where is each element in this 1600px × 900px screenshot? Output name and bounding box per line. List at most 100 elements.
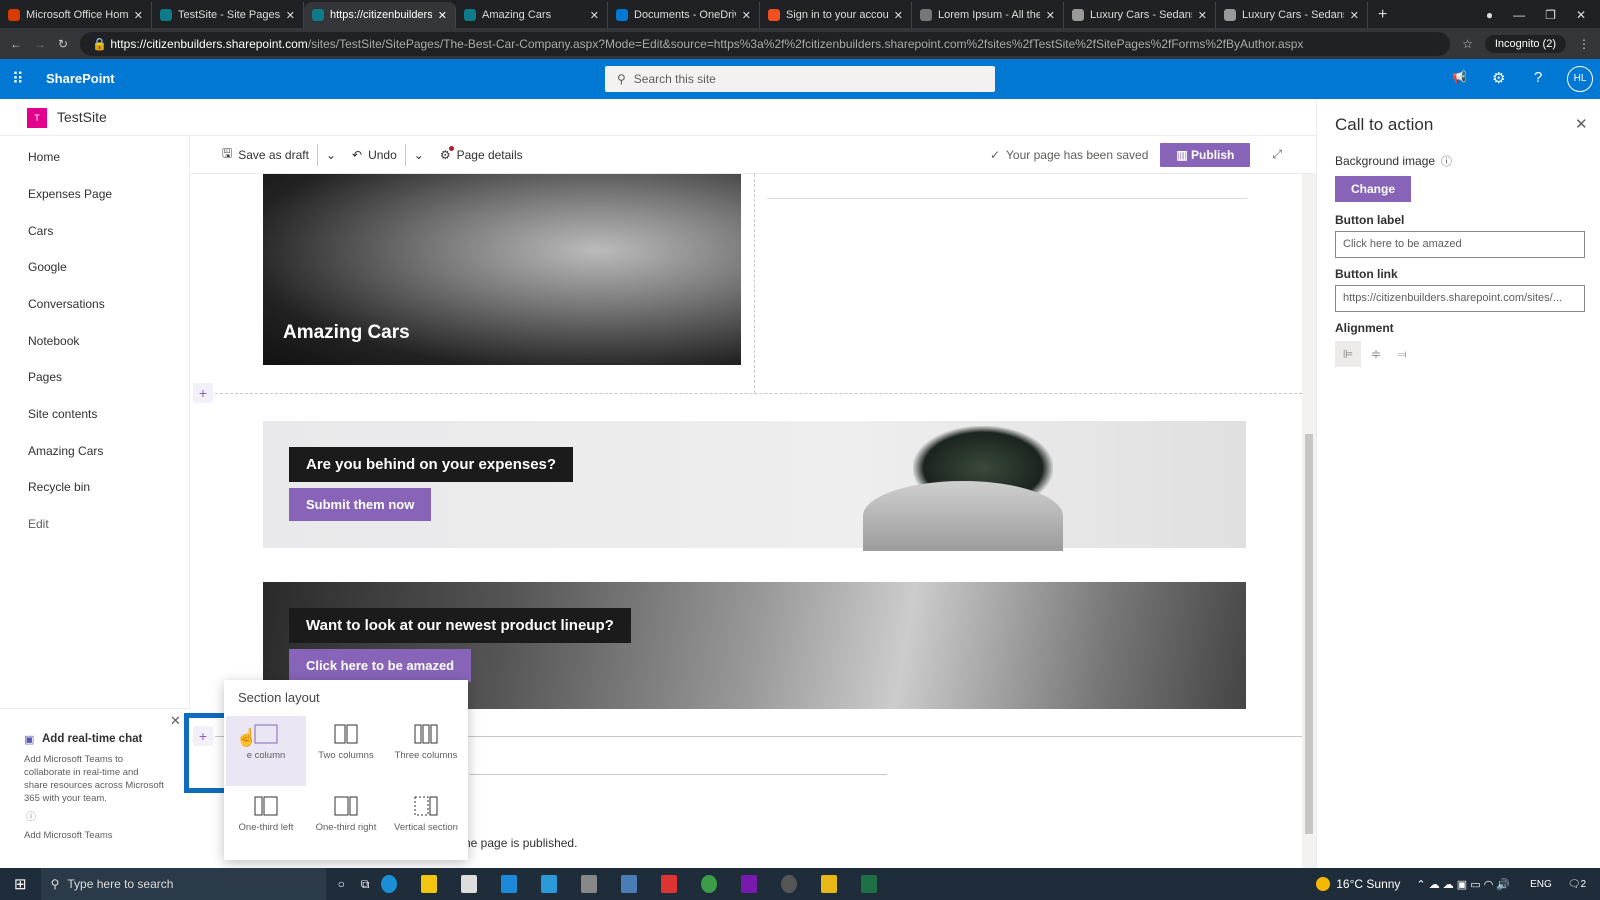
browser-tab[interactable]: Amazing Cars ✕	[456, 2, 608, 28]
snipping-tool-icon[interactable]	[621, 875, 638, 893]
taskbar-search[interactable]: ⚲ Type here to search	[40, 868, 326, 900]
nav-item-google[interactable]: Google	[28, 260, 67, 274]
nav-item-expenses[interactable]: Expenses Page	[28, 187, 112, 201]
search-input[interactable]: ⚲ Search this site	[605, 66, 995, 92]
nav-item-pages[interactable]: Pages	[28, 370, 62, 384]
browser-tab[interactable]: TestSite - Site Pages - ✕	[152, 2, 304, 28]
gear-icon[interactable]: ⚙	[1492, 69, 1505, 87]
option-three-columns[interactable]: Three columns	[386, 716, 466, 786]
close-tab-icon[interactable]: ✕	[134, 9, 143, 22]
window-controls[interactable]: ● — ❐ ✕	[1486, 8, 1586, 22]
forward-icon[interactable]: →	[34, 37, 46, 51]
store-icon[interactable]	[461, 875, 478, 893]
browser-tab[interactable]: https://citizenbuilders. ✕	[304, 2, 456, 28]
file-explorer-icon[interactable]	[421, 875, 438, 893]
nav-item-notebook[interactable]: Notebook	[28, 334, 79, 348]
task-view-icon[interactable]: ⧉	[361, 877, 370, 892]
add-section-button[interactable]: +	[193, 383, 213, 403]
option-two-columns[interactable]: Two columns	[306, 716, 386, 786]
chrome-icon[interactable]	[701, 875, 718, 893]
browser-tab[interactable]: Luxury Cars - Sedans, ✕	[1064, 2, 1216, 28]
reload-icon[interactable]: ↻	[58, 37, 68, 51]
back-icon[interactable]: ←	[10, 37, 22, 51]
close-tab-icon[interactable]: ✕	[894, 9, 903, 22]
nav-item-edit[interactable]: Edit	[28, 517, 49, 531]
calculator-icon[interactable]	[581, 875, 598, 893]
star-icon[interactable]: ☆	[1462, 37, 1473, 51]
close-tab-icon[interactable]: ✕	[1046, 9, 1055, 22]
edge-icon[interactable]	[381, 875, 398, 893]
expand-icon[interactable]: ⤢	[1272, 147, 1282, 162]
close-tab-icon[interactable]: ✕	[438, 9, 447, 22]
menu-icon[interactable]: ⋮	[1578, 37, 1590, 51]
scrollbar-thumb[interactable]	[1305, 434, 1313, 834]
site-logo[interactable]: T	[27, 108, 47, 128]
info-icon[interactable]: ⓘ	[1441, 153, 1452, 169]
excel-icon[interactable]	[861, 875, 878, 893]
nav-item-conversations[interactable]: Conversations	[28, 297, 105, 311]
close-tab-icon[interactable]: ✕	[590, 9, 599, 22]
close-icon[interactable]: ✕	[1575, 115, 1588, 133]
align-left-icon[interactable]: ⊫	[1335, 341, 1361, 367]
tray-icons[interactable]: ⌃ ☁ ☁ ▣ ▭ ◠ 🔊	[1416, 878, 1510, 891]
nav-item-amazing-cars[interactable]: Amazing Cars	[28, 444, 103, 458]
hero-car-image[interactable]: Amazing Cars	[263, 174, 741, 365]
nav-item-home[interactable]: Home	[28, 150, 60, 164]
nav-item-cars[interactable]: Cars	[28, 224, 53, 238]
close-tab-icon[interactable]: ✕	[1350, 9, 1359, 22]
cta-button[interactable]: Submit them now	[289, 488, 432, 521]
browser-tab[interactable]: Sign in to your account ✕	[760, 2, 912, 28]
option-vertical-section[interactable]: Vertical section	[386, 788, 466, 858]
profile-button[interactable]: Incognito (2)	[1484, 34, 1566, 53]
option-one-column[interactable]: e column	[226, 716, 306, 786]
todoist-icon[interactable]	[661, 875, 678, 893]
cta-button[interactable]: Click here to be amazed	[289, 649, 472, 682]
site-name[interactable]: TestSite	[57, 109, 107, 125]
add-section-button[interactable]: +	[193, 726, 213, 746]
language-indicator[interactable]: ENG	[1530, 879, 1552, 890]
nav-item-recycle-bin[interactable]: Recycle bin	[28, 480, 90, 494]
page-details-button[interactable]: ⚙ Page details	[432, 145, 531, 162]
windows-start-icon[interactable]: ⊞	[14, 875, 27, 893]
app-launcher-icon[interactable]: ⠿	[12, 69, 24, 89]
save-draft-button[interactable]: 🖫 Save as draft	[214, 144, 317, 165]
align-center-icon[interactable]: ≑	[1363, 341, 1389, 367]
scrollbar[interactable]	[1302, 174, 1316, 868]
url-input[interactable]: 🔒 https://citizenbuilders.sharepoint.com…	[80, 31, 1451, 56]
new-tab-icon[interactable]: +	[1378, 6, 1387, 24]
publish-button[interactable]: ▥ Publish	[1160, 142, 1251, 167]
help-icon[interactable]: ?	[1534, 69, 1542, 86]
undo-button[interactable]: ↶ Undo	[344, 148, 405, 162]
paint-icon[interactable]	[821, 875, 838, 893]
onenote-icon[interactable]	[741, 875, 758, 893]
option-one-third-left[interactable]: One-third left	[226, 788, 306, 858]
add-teams-link[interactable]: Add Microsoft Teams	[24, 830, 113, 841]
browser-tab[interactable]: Lorem Ipsum - All the ✕	[912, 2, 1064, 28]
button-link-input[interactable]: https://citizenbuilders.sharepoint.com/s…	[1335, 285, 1585, 312]
megaphone-icon[interactable]: 📢	[1452, 70, 1467, 84]
align-right-icon[interactable]: ⫤	[1389, 341, 1415, 367]
option-one-third-right[interactable]: One-third right	[306, 788, 386, 858]
nav-item-site-contents[interactable]: Site contents	[28, 407, 97, 421]
l-app-icon[interactable]	[501, 875, 518, 893]
browser-tab[interactable]: Luxury Cars - Sedans, ✕	[1216, 2, 1368, 28]
browser-tab[interactable]: Microsoft Office Home ✕	[0, 2, 152, 28]
avatar[interactable]: HL	[1567, 66, 1593, 92]
button-label-input[interactable]: Click here to be amazed	[1335, 231, 1585, 258]
save-options-chevron-icon[interactable]: ⌄	[318, 148, 344, 162]
browser-tab-bar: Microsoft Office Home ✕ TestSite - Site Pa…	[0, 0, 1600, 28]
cortana-icon[interactable]: ○	[338, 877, 345, 891]
change-button[interactable]: Change	[1335, 176, 1412, 202]
obs-icon[interactable]	[781, 875, 798, 893]
close-tab-icon[interactable]: ✕	[286, 9, 295, 22]
close-icon[interactable]: ✕	[170, 713, 181, 729]
weather-text[interactable]: 16°C Sunny	[1336, 877, 1400, 891]
info-icon[interactable]: ⓘ	[26, 808, 36, 823]
mail-icon[interactable]	[541, 875, 558, 893]
close-tab-icon[interactable]: ✕	[742, 9, 751, 22]
notification-icon[interactable]: 🗨2	[1568, 879, 1586, 890]
browser-tab[interactable]: Documents - OneDrive ✕	[608, 2, 760, 28]
undo-options-chevron-icon[interactable]: ⌄	[406, 148, 432, 162]
close-tab-icon[interactable]: ✕	[1198, 9, 1207, 22]
app-name[interactable]: SharePoint	[46, 71, 115, 86]
